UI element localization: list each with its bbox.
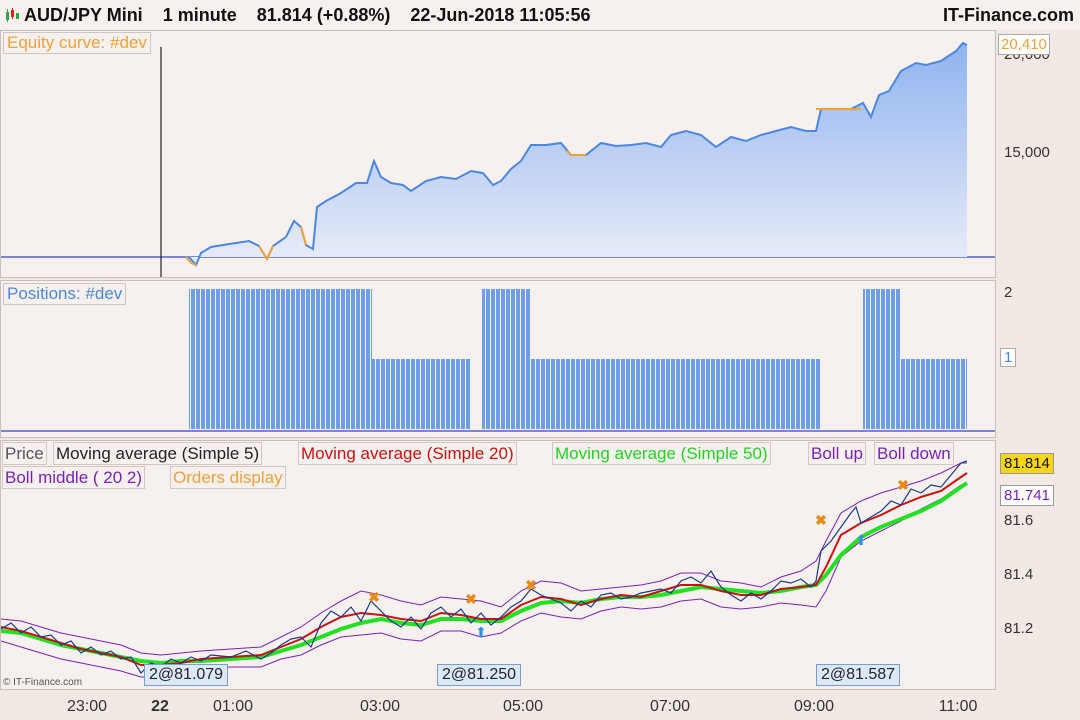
time-axis-label: 23:00 [66, 698, 108, 715]
entry-arrow-icon: ⬆ [475, 624, 487, 640]
exit-marker: ✖ [815, 512, 827, 528]
price-change: (+0.88%) [316, 5, 391, 25]
equity-panel-title[interactable]: Equity curve: #dev [3, 32, 151, 54]
datetime: 22-Jun-2018 11:05:56 [410, 5, 591, 25]
exit-marker: ✖ [465, 591, 477, 607]
exit-marker: ✖ [525, 577, 537, 593]
legend-ma20[interactable]: Moving average (Simple 20) [298, 442, 517, 465]
time-axis-label: 11:00 [938, 698, 978, 715]
legend-boll-middle[interactable]: Boll middle ( 20 2) [2, 466, 146, 489]
equity-panel: Equity curve: #dev [0, 30, 996, 278]
time-axis-label: 05:00 [502, 698, 544, 715]
position-block [372, 359, 471, 429]
order-tag[interactable]: 2@81.250 [437, 664, 522, 686]
price-axis-label: 81.4 [1004, 566, 1034, 583]
last-price: 81.814 [256, 5, 312, 25]
equity-chart [1, 41, 995, 277]
copyright-label: © IT-Finance.com [3, 677, 83, 688]
last-price-tag: 81.814 [1000, 453, 1054, 474]
order-tag[interactable]: 2@81.079 [144, 664, 229, 686]
positions-axis-label: 2 [1004, 284, 1013, 301]
ma5-line [1, 460, 968, 674]
exit-marker: ✖ [368, 589, 380, 605]
equity-current-value-tag: 20,410 [998, 34, 1050, 55]
position-block [482, 289, 530, 429]
boll-price-tag: 81.741 [1000, 485, 1054, 506]
legend-boll-up[interactable]: Boll up [808, 442, 866, 465]
time-axis-label: 03:00 [359, 698, 401, 715]
positions-panel-title[interactable]: Positions: #dev [3, 283, 127, 305]
entry-arrow-icon: ⬆ [855, 532, 867, 548]
position-block [901, 359, 967, 429]
candlestick-icon [6, 8, 19, 22]
instrument-header: AUD/JPY Mini 1 minute 81.814 (+0.88%) 22… [24, 5, 591, 26]
time-axis-label: 09:00 [793, 698, 835, 715]
legend-orders[interactable]: Orders display [170, 466, 286, 489]
positions-panel: Positions: #dev [0, 280, 996, 438]
equity-drawdown-highlight-4 [566, 150, 586, 156]
brand-label[interactable]: IT-Finance.com [943, 5, 1074, 26]
price-axis: 81.6 81.4 81.2 [996, 440, 1080, 690]
indicator-legend: Price Moving average (Simple 5) Moving a… [2, 442, 996, 489]
position-block [189, 289, 372, 429]
instrument-name: AUD/JPY Mini [24, 5, 143, 25]
legend-price[interactable]: Price [2, 442, 47, 465]
timeframe: 1 minute [162, 5, 237, 25]
time-axis-label: 07:00 [649, 698, 691, 715]
positions-axis: 2 1 [996, 280, 1080, 438]
legend-ma50[interactable]: Moving average (Simple 50) [552, 442, 771, 465]
time-axis-label: 01:00 [212, 698, 254, 715]
equity-axis-label: 15,000 [1004, 144, 1050, 161]
legend-boll-down[interactable]: Boll down [874, 442, 954, 465]
price-axis-label: 81.2 [1004, 620, 1034, 637]
time-axis: 23:00 22 01:00 03:00 05:00 07:00 09:00 1… [0, 690, 996, 720]
position-block [863, 289, 901, 429]
price-axis-label: 81.6 [1004, 512, 1034, 529]
position-block [530, 359, 821, 429]
order-tag[interactable]: 2@81.587 [816, 664, 901, 686]
title-bar: AUD/JPY Mini 1 minute 81.814 (+0.88%) 22… [0, 0, 1080, 31]
equity-axis: 20,000 15,000 20,410 [996, 30, 1080, 278]
positions-axis-label: 1 [1000, 348, 1017, 367]
time-axis-label: 22 [151, 698, 169, 715]
positions-chart [1, 289, 995, 432]
legend-ma5[interactable]: Moving average (Simple 5) [53, 442, 263, 465]
